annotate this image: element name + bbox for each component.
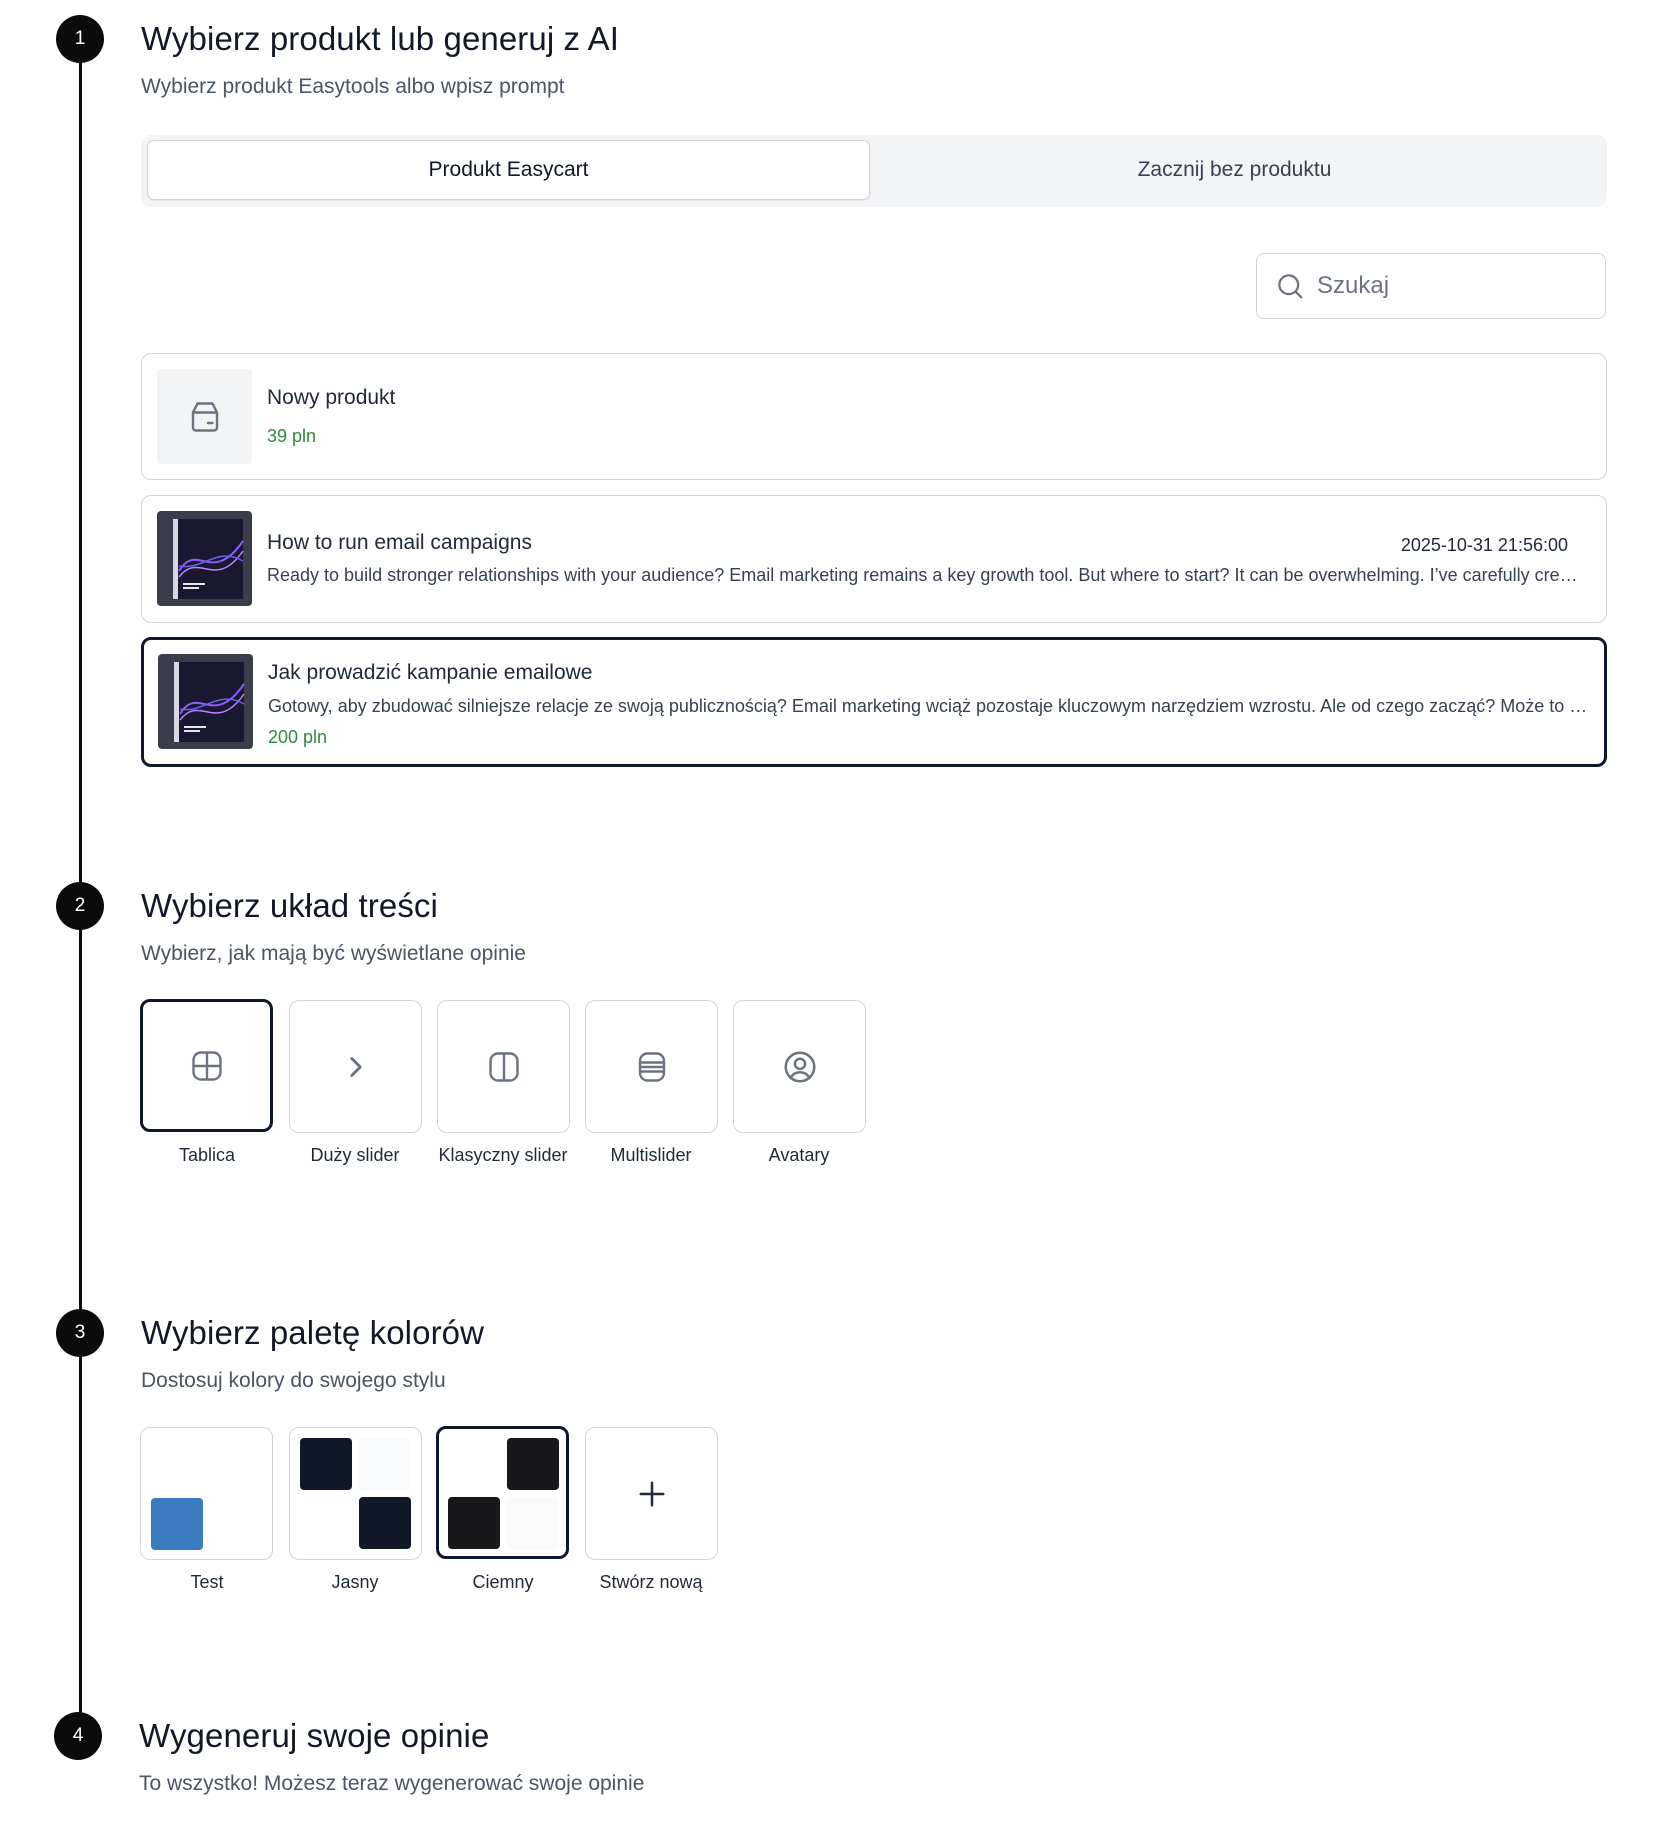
product-card[interactable]: Nowy produkt 39 pln [141, 353, 1607, 480]
color-swatch [507, 1438, 559, 1490]
layout-option-label: Tablica [178, 1145, 236, 1165]
palette-option-light[interactable] [289, 1427, 422, 1560]
step-number-badge: 4 [54, 1712, 102, 1760]
layout-option-big-slider[interactable] [289, 1000, 422, 1133]
color-swatch [300, 1438, 352, 1490]
layout-option-label: Duży slider [310, 1145, 400, 1165]
chevron-right-icon [349, 1056, 362, 1077]
palette-option-label: Jasny [331, 1572, 379, 1592]
color-swatch [151, 1498, 203, 1550]
search-icon [1278, 274, 1303, 299]
layout-option-avatars[interactable] [733, 1000, 866, 1133]
color-swatch [300, 1497, 352, 1549]
product-description: Gotowy, aby zbudować silniejsze relacje … [268, 696, 1588, 716]
step-title: Wybierz paletę kolorów [141, 1314, 485, 1351]
layout-option-board[interactable] [140, 999, 273, 1132]
search-input[interactable] [1317, 272, 1577, 300]
step-title: Wygeneruj swoje opinie [139, 1717, 490, 1754]
step-description: Dostosuj kolory do swojego stylu [141, 1369, 446, 1392]
create-new-palette-button[interactable] [585, 1427, 718, 1560]
search-box[interactable] [1256, 253, 1606, 319]
rows-icon [638, 1051, 665, 1082]
color-swatch [359, 1438, 411, 1490]
book-cover-image [158, 654, 253, 749]
color-swatch [448, 1438, 500, 1490]
box-icon [191, 401, 218, 432]
layout-option-label: Klasyczny slider [438, 1145, 568, 1165]
tab-start-without-product[interactable]: Zacznij bez produktu [873, 140, 1596, 200]
product-description: Ready to build stronger relationships wi… [267, 565, 1587, 585]
product-name: Nowy produkt [267, 386, 396, 409]
step-description: Wybierz produkt Easytools albo wpisz pro… [141, 75, 565, 98]
book-cover-image [157, 511, 252, 606]
palette-option-label: Stwórz nową [599, 1572, 703, 1592]
grid-icon [191, 1050, 222, 1081]
product-price: 39 pln [267, 426, 317, 446]
product-source-tabs: Produkt Easycart Zacznij bez produktu [141, 135, 1607, 207]
product-price: 200 pln [268, 727, 328, 747]
step-number-badge: 3 [56, 1309, 104, 1357]
step-number-badge: 1 [56, 15, 104, 63]
color-swatch [448, 1497, 500, 1549]
tab-easycart-product[interactable]: Produkt Easycart [147, 140, 870, 200]
palette-option-dark[interactable] [436, 1426, 569, 1559]
step-description: To wszystko! Możesz teraz wygenerować sw… [139, 1772, 645, 1795]
product-date: 2025-10-31 21:56:00 [1400, 535, 1568, 555]
color-swatch [359, 1497, 411, 1549]
product-name: How to run email campaigns [267, 531, 532, 554]
user-circle-icon [783, 1050, 816, 1083]
product-name: Jak prowadzić kampanie emailowe [268, 661, 593, 684]
layout-option-label: Avatary [768, 1145, 830, 1165]
layout-option-classic-slider[interactable] [437, 1000, 570, 1133]
palette-option-test[interactable] [140, 1427, 273, 1560]
palette-option-label: Test [190, 1572, 224, 1592]
product-card-selected[interactable]: Jak prowadzić kampanie emailowe Gotowy, … [141, 637, 1607, 767]
color-swatch [507, 1497, 559, 1549]
step-title: Wybierz produkt lub generuj z AI [141, 20, 619, 57]
product-card[interactable]: How to run email campaigns 2025-10-31 21… [141, 495, 1607, 623]
split-icon [488, 1051, 519, 1082]
step-number-badge: 2 [56, 882, 104, 930]
palette-option-label: Ciemny [472, 1572, 534, 1592]
product-thumbnail [157, 369, 252, 464]
layout-option-label: Multislider [610, 1145, 692, 1165]
step-description: Wybierz, jak mają być wyświetlane opinie [141, 942, 526, 965]
step-title: Wybierz układ treści [141, 887, 438, 924]
layout-option-multislider[interactable] [585, 1000, 718, 1133]
plus-icon [639, 1481, 664, 1506]
